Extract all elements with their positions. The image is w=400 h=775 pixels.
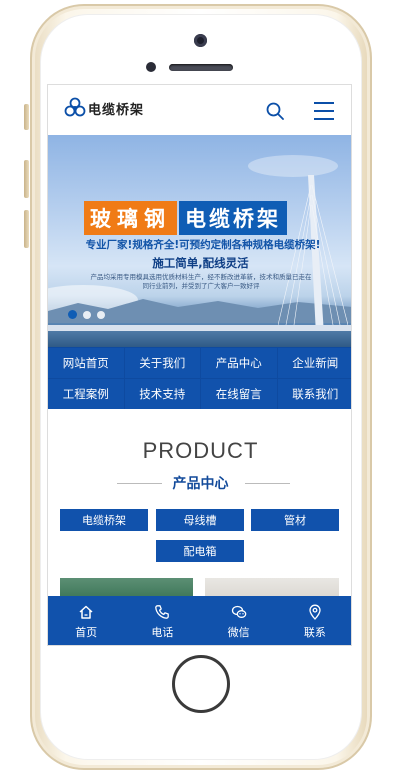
category-pipe-button[interactable]: 管材 [251, 509, 339, 531]
banner-title-blue: 电缆桥架 [179, 201, 287, 235]
home-icon [79, 605, 93, 619]
main-nav-grid: 网站首页 关于我们 产品中心 企业新闻 工程案例 技术支持 在线留言 联系我们 [48, 347, 351, 409]
cloud-shape [248, 155, 338, 177]
site-logo[interactable]: 电缆桥架 [64, 97, 144, 119]
earpiece-speaker [169, 64, 233, 71]
site-header: 电缆桥架 [48, 85, 351, 135]
volume-down-button [24, 210, 29, 248]
phone-icon [155, 604, 170, 619]
tab-phone[interactable]: 电话 [124, 596, 200, 645]
wechat-icon [231, 605, 246, 618]
nav-item-contact[interactable]: 联系我们 [277, 379, 351, 409]
logo-text: 电缆桥架 [88, 102, 145, 118]
nav-item-news[interactable]: 企业新闻 [277, 348, 351, 378]
phone-screen: 电缆桥架 玻璃钢 电缆桥架 专业厂家!规格齐全!可预约定制各种规格电缆桥架! 施… [47, 84, 352, 646]
tab-wechat[interactable]: 微信 [201, 596, 277, 645]
front-camera [194, 34, 207, 47]
nav-item-products[interactable]: 产品中心 [201, 348, 277, 378]
menu-icon[interactable] [314, 102, 334, 120]
slide-dot-1[interactable] [68, 310, 77, 319]
location-icon [309, 604, 321, 620]
tab-wechat-label: 微信 [227, 625, 250, 639]
nav-item-message[interactable]: 在线留言 [201, 379, 277, 409]
slide-dot-3[interactable] [97, 311, 105, 319]
slide-indicators [68, 310, 105, 319]
hero-banner[interactable]: 玻璃钢 电缆桥架 专业厂家!规格齐全!可预约定制各种规格电缆桥架! 施工简单,配… [48, 135, 351, 347]
category-cable-tray-button[interactable]: 电缆桥架 [60, 509, 148, 531]
product-section-title-en: PRODUCT [142, 438, 259, 463]
product-section-title-cn: 产品中心 [172, 476, 229, 492]
volume-up-button [24, 160, 29, 198]
proximity-sensor [146, 62, 156, 72]
banner-slogan: 施工简单,配线灵活 [152, 256, 249, 270]
banner-description-line: 同行业前列，并受到了广大客户一致好评 [142, 282, 260, 290]
banner-subtitle: 专业厂家!规格齐全!可预约定制各种规格电缆桥架! [85, 239, 321, 251]
nav-item-about[interactable]: 关于我们 [124, 348, 200, 378]
tab-phone-label: 电话 [151, 625, 174, 639]
slide-dot-2[interactable] [83, 311, 91, 319]
tab-contact[interactable]: 联系 [277, 596, 351, 645]
title-divider-right [245, 483, 290, 484]
tab-contact-label: 联系 [303, 625, 326, 639]
water [48, 331, 351, 347]
banner-title-orange: 玻璃钢 [84, 201, 177, 235]
category-distribution-box-button[interactable]: 配电箱 [156, 540, 244, 562]
nav-item-cases[interactable]: 工程案例 [48, 379, 124, 409]
nav-item-support[interactable]: 技术支持 [124, 379, 200, 409]
search-icon[interactable] [266, 102, 284, 120]
banner-description: 产品均采用专用模具选用优质材料生产，经不断改进革新，技术和质量已走在 同行业前列… [70, 273, 332, 291]
category-busway-button[interactable]: 母线槽 [156, 509, 244, 531]
bottom-tab-bar: 首页 电话 微信 联系 [48, 596, 351, 645]
logo-icon [64, 97, 86, 117]
tab-home[interactable]: 首页 [48, 596, 124, 645]
banner-title: 玻璃钢 电缆桥架 [84, 201, 287, 235]
tab-home-label: 首页 [75, 625, 98, 639]
mute-switch [24, 104, 29, 130]
banner-description-line: 产品均采用专用模具选用优质材料生产，经不断改进革新，技术和质量已走在 [90, 273, 312, 281]
home-button[interactable] [172, 655, 230, 713]
nav-item-home[interactable]: 网站首页 [48, 348, 124, 378]
